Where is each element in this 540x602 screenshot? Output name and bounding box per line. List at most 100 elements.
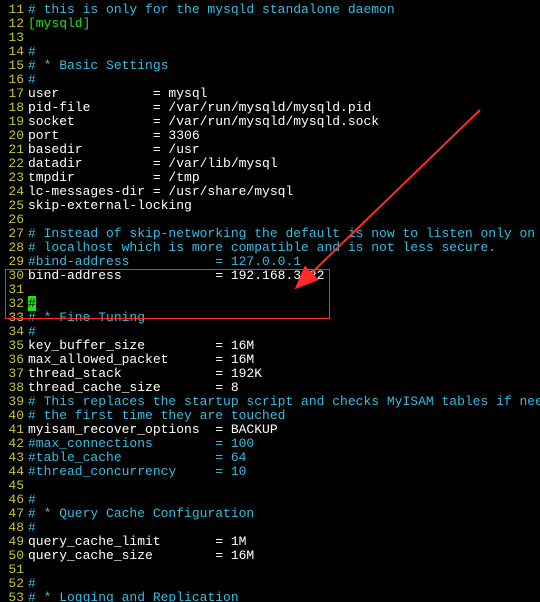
line-content: [mysqld]	[26, 17, 540, 31]
line-number: 39	[0, 395, 26, 409]
line-number: 44	[0, 465, 26, 479]
line-number: 14	[0, 45, 26, 59]
line-number: 38	[0, 381, 26, 395]
line-content: thread_stack = 192K	[26, 367, 540, 381]
line-number: 15	[0, 59, 26, 73]
code-line: 19socket = /var/run/mysqld/mysqld.sock	[0, 115, 540, 129]
line-number: 50	[0, 549, 26, 563]
line-content: # the first time they are touched	[26, 409, 540, 423]
line-content: #table_cache = 64	[26, 451, 540, 465]
line-number: 33	[0, 311, 26, 325]
line-number: 41	[0, 423, 26, 437]
code-line: 27# Instead of skip-networking the defau…	[0, 227, 540, 241]
line-number: 52	[0, 577, 26, 591]
line-number: 11	[0, 3, 26, 17]
line-content: # Instead of skip-networking the default…	[26, 227, 540, 241]
code-line: 40# the first time they are touched	[0, 409, 540, 423]
line-number: 46	[0, 493, 26, 507]
line-number: 13	[0, 31, 26, 45]
line-number: 28	[0, 241, 26, 255]
line-content: # localhost which is more compatible and…	[26, 241, 540, 255]
code-line: 38thread_cache_size = 8	[0, 381, 540, 395]
line-content: # this is only for the mysqld standalone…	[26, 3, 540, 17]
code-line: 32#	[0, 297, 540, 311]
line-content: max_allowed_packet = 16M	[26, 353, 540, 367]
line-content: datadir = /var/lib/mysql	[26, 157, 540, 171]
code-line: 37thread_stack = 192K	[0, 367, 540, 381]
line-number: 34	[0, 325, 26, 339]
code-line: 14#	[0, 45, 540, 59]
line-number: 32	[0, 297, 26, 311]
code-line: 52#	[0, 577, 540, 591]
code-editor[interactable]: 11# this is only for the mysqld standalo…	[0, 0, 540, 602]
code-line: 42#max_connections = 100	[0, 437, 540, 451]
code-line: 21basedir = /usr	[0, 143, 540, 157]
line-number: 53	[0, 591, 26, 602]
line-number: 21	[0, 143, 26, 157]
line-number: 29	[0, 255, 26, 269]
line-content: basedir = /usr	[26, 143, 540, 157]
line-content: #	[26, 73, 540, 87]
line-content: thread_cache_size = 8	[26, 381, 540, 395]
line-content: #	[26, 325, 540, 339]
line-number: 45	[0, 479, 26, 493]
line-number: 42	[0, 437, 26, 451]
line-number: 16	[0, 73, 26, 87]
code-line: 13	[0, 31, 540, 45]
line-content	[26, 479, 540, 493]
code-line: 41myisam_recover_options = BACKUP	[0, 423, 540, 437]
code-line: 11# this is only for the mysqld standalo…	[0, 3, 540, 17]
line-number: 26	[0, 213, 26, 227]
line-number: 49	[0, 535, 26, 549]
line-content: tmpdir = /tmp	[26, 171, 540, 185]
line-content: #thread_concurrency = 10	[26, 465, 540, 479]
code-line: 15# * Basic Settings	[0, 59, 540, 73]
line-number: 12	[0, 17, 26, 31]
code-line: 17user = mysql	[0, 87, 540, 101]
code-line: 43#table_cache = 64	[0, 451, 540, 465]
code-line: 53# * Logging and Replication	[0, 591, 540, 602]
line-number: 43	[0, 451, 26, 465]
code-line: 50query_cache_size = 16M	[0, 549, 540, 563]
code-line: 36max_allowed_packet = 16M	[0, 353, 540, 367]
line-number: 20	[0, 129, 26, 143]
line-number: 19	[0, 115, 26, 129]
line-content: # * Query Cache Configuration	[26, 507, 540, 521]
line-content: skip-external-locking	[26, 199, 540, 213]
line-content: key_buffer_size = 16M	[26, 339, 540, 353]
line-number: 31	[0, 283, 26, 297]
line-number: 24	[0, 185, 26, 199]
line-number: 47	[0, 507, 26, 521]
line-content: query_cache_size = 16M	[26, 549, 540, 563]
code-line: 34#	[0, 325, 540, 339]
code-line: 24lc-messages-dir = /usr/share/mysql	[0, 185, 540, 199]
line-number: 25	[0, 199, 26, 213]
code-line: 33# * Fine Tuning	[0, 311, 540, 325]
line-content: # * Basic Settings	[26, 59, 540, 73]
line-content: #	[26, 493, 540, 507]
code-line: 16#	[0, 73, 540, 87]
code-line: 20port = 3306	[0, 129, 540, 143]
line-content	[26, 31, 540, 45]
line-content: socket = /var/run/mysqld/mysqld.sock	[26, 115, 540, 129]
code-line: 26	[0, 213, 540, 227]
line-content	[26, 563, 540, 577]
code-line: 39# This replaces the startup script and…	[0, 395, 540, 409]
line-content: pid-file = /var/run/mysqld/mysqld.pid	[26, 101, 540, 115]
line-content: #bind-address = 127.0.0.1	[26, 255, 540, 269]
code-line: 31	[0, 283, 540, 297]
line-content: # * Logging and Replication	[26, 591, 540, 602]
code-line: 44#thread_concurrency = 10	[0, 465, 540, 479]
line-number: 37	[0, 367, 26, 381]
code-line: 30bind-address = 192.168.3.22	[0, 269, 540, 283]
code-line: 28# localhost which is more compatible a…	[0, 241, 540, 255]
line-content: #	[26, 297, 540, 311]
line-content: # This replaces the startup script and c…	[26, 395, 540, 409]
code-line: 47# * Query Cache Configuration	[0, 507, 540, 521]
line-number: 22	[0, 157, 26, 171]
line-content	[26, 213, 540, 227]
code-line: 25skip-external-locking	[0, 199, 540, 213]
code-line: 12[mysqld]	[0, 17, 540, 31]
line-content: user = mysql	[26, 87, 540, 101]
code-line: 46#	[0, 493, 540, 507]
